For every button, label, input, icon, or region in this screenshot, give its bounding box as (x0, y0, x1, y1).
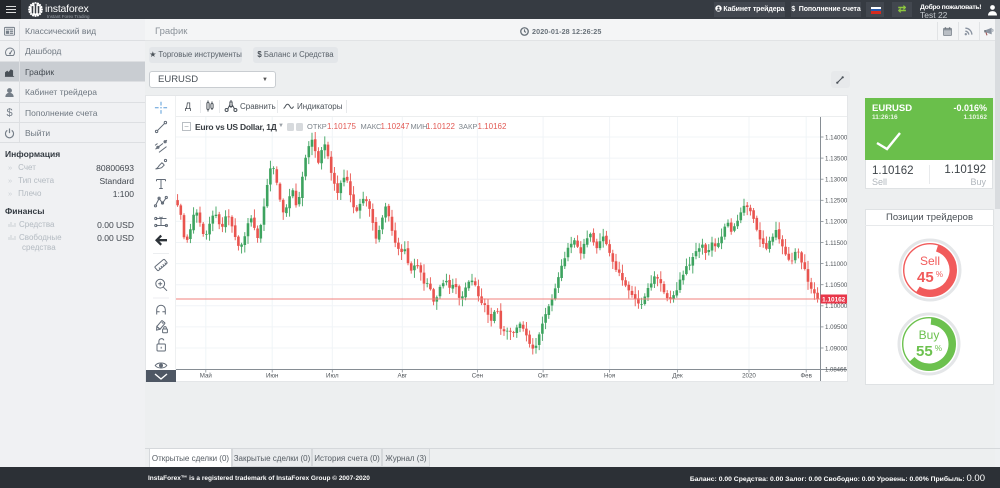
svg-text:1.10000: 1.10000 (825, 303, 847, 310)
svg-text:1.11500: 1.11500 (825, 240, 847, 247)
svg-text:1.12000: 1.12000 (825, 219, 847, 226)
svg-text:Дек: Дек (672, 373, 683, 380)
svg-text:1.13000: 1.13000 (825, 177, 847, 184)
svg-text:Июл: Июл (326, 373, 339, 380)
svg-text:1.10162: 1.10162 (822, 297, 846, 304)
svg-text:Ноя: Ноя (604, 373, 615, 380)
svg-text:1.14000: 1.14000 (825, 134, 847, 141)
svg-text:Авг: Авг (397, 373, 407, 380)
svg-text:1.13500: 1.13500 (825, 155, 847, 162)
svg-text:1.09500: 1.09500 (825, 324, 847, 331)
svg-text:Июн: Июн (266, 373, 279, 380)
svg-text:Май: Май (200, 373, 213, 380)
svg-text:1.11000: 1.11000 (825, 261, 847, 268)
svg-text:1.12500: 1.12500 (825, 198, 847, 205)
svg-text:Сен: Сен (472, 373, 483, 380)
svg-text:2020: 2020 (742, 373, 756, 380)
svg-text:1.09000: 1.09000 (825, 345, 847, 352)
svg-text:1.08466: 1.08466 (825, 368, 847, 374)
svg-text:1.10500: 1.10500 (825, 282, 847, 289)
svg-text:Фев: Фев (800, 373, 812, 380)
svg-text:Окт: Окт (538, 373, 549, 380)
